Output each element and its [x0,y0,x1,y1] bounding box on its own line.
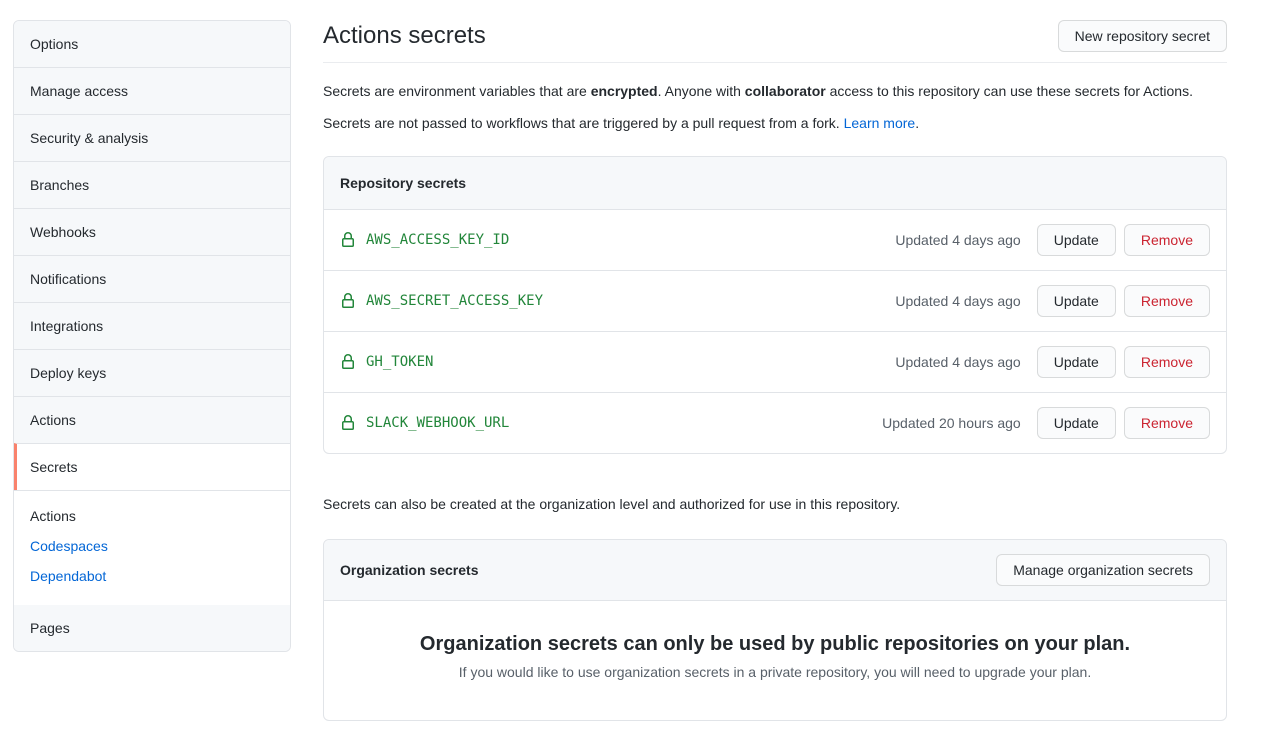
lock-icon [340,232,356,248]
intro-text: . Anyone with [658,83,745,99]
intro-text: Secrets are not passed to workflows that… [323,115,844,131]
sidebar-item-integrations[interactable]: Integrations [14,302,290,349]
update-button[interactable]: Update [1037,224,1116,256]
secret-updated-text: Updated 4 days ago [895,354,1020,370]
secrets-subnav: ActionsCodespacesDependabot [14,490,290,605]
remove-button[interactable]: Remove [1124,285,1210,317]
secret-name: GH_TOKEN [366,354,433,370]
secret-name: SLACK_WEBHOOK_URL [366,415,509,431]
sidebar-item-webhooks[interactable]: Webhooks [14,208,290,255]
intro-line-1: Secrets are environment variables that a… [323,81,1227,103]
organization-secrets-box: Organization secrets Manage organization… [323,539,1227,721]
page-header: Actions secrets New repository secret [323,20,1227,63]
manage-organization-secrets-button[interactable]: Manage organization secrets [996,554,1210,586]
page-title: Actions secrets [323,21,486,51]
sidebar-item-branches[interactable]: Branches [14,161,290,208]
remove-button[interactable]: Remove [1124,407,1210,439]
intro-bold-collaborator: collaborator [745,83,826,99]
new-repository-secret-button[interactable]: New repository secret [1058,20,1227,52]
sidebar-item-notifications[interactable]: Notifications [14,255,290,302]
intro-text: Secrets are environment variables that a… [323,83,591,99]
organization-secrets-note: Secrets can also be created at the organ… [323,494,1227,515]
organization-secrets-title: Organization secrets [340,560,479,580]
update-button[interactable]: Update [1037,407,1116,439]
secret-updated-text: Updated 20 hours ago [882,415,1021,431]
intro-bold-encrypted: encrypted [591,83,658,99]
intro-line-2: Secrets are not passed to workflows that… [323,113,1227,135]
repository-secrets-list: AWS_ACCESS_KEY_ID Updated 4 days ago Upd… [324,210,1226,453]
sidebar-item-manage-access[interactable]: Manage access [14,67,290,114]
intro-text: access to this repository can use these … [826,83,1193,99]
blankslate-heading: Organization secrets can only be used by… [364,633,1186,656]
secret-row: AWS_SECRET_ACCESS_KEY Updated 4 days ago… [324,270,1226,331]
organization-secrets-blankslate: Organization secrets can only be used by… [324,601,1226,720]
learn-more-link[interactable]: Learn more [844,115,916,131]
secret-updated-text: Updated 4 days ago [895,232,1020,248]
secret-row: SLACK_WEBHOOK_URL Updated 20 hours ago U… [324,392,1226,453]
update-button[interactable]: Update [1037,346,1116,378]
lock-icon [340,293,356,309]
sidebar-main-items: OptionsManage accessSecurity & analysisB… [14,21,290,490]
sidebar-bottom-items: Pages [14,605,290,651]
repository-secrets-header: Repository secrets [324,157,1226,210]
sidebar-item-deploy-keys[interactable]: Deploy keys [14,349,290,396]
subnav-item-codespaces[interactable]: Codespaces [14,531,290,561]
repository-secrets-box: Repository secrets AWS_ACCESS_KEY_ID Upd… [323,156,1227,454]
lock-icon [340,354,356,370]
intro-text: . [915,115,919,131]
secret-updated-text: Updated 4 days ago [895,293,1020,309]
settings-sidebar: OptionsManage accessSecurity & analysisB… [13,20,291,652]
remove-button[interactable]: Remove [1124,346,1210,378]
secret-row: GH_TOKEN Updated 4 days ago Update Remov… [324,331,1226,392]
organization-secrets-header: Organization secrets Manage organization… [324,540,1226,601]
sidebar-item-security-analysis[interactable]: Security & analysis [14,114,290,161]
subnav-item-actions[interactable]: Actions [14,501,290,531]
sidebar-item-actions[interactable]: Actions [14,396,290,443]
settings-page: OptionsManage accessSecurity & analysisB… [0,0,1268,745]
secret-row: AWS_ACCESS_KEY_ID Updated 4 days ago Upd… [324,210,1226,270]
secret-name: AWS_SECRET_ACCESS_KEY [366,293,543,309]
update-button[interactable]: Update [1037,285,1116,317]
sidebar-item-secrets[interactable]: Secrets [14,443,290,490]
remove-button[interactable]: Remove [1124,224,1210,256]
main-content: Actions secrets New repository secret Se… [323,20,1227,721]
sidebar-item-pages[interactable]: Pages [14,605,290,651]
blankslate-text: If you would like to use organization se… [364,664,1186,680]
lock-icon [340,415,356,431]
secret-name: AWS_ACCESS_KEY_ID [366,232,509,248]
subnav-item-dependabot[interactable]: Dependabot [14,561,290,591]
sidebar-item-options[interactable]: Options [14,21,290,67]
